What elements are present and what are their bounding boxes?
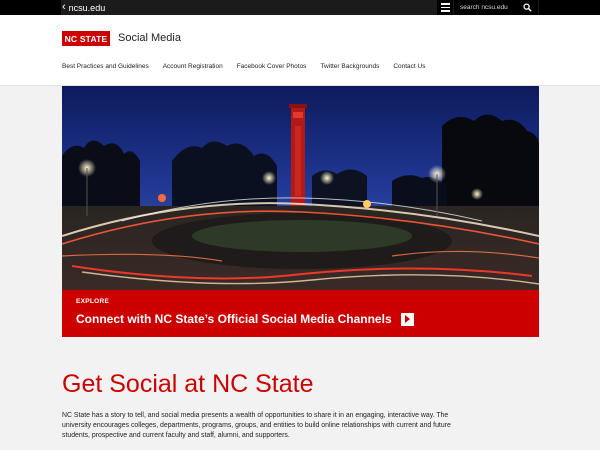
page: ‹ ncsu.edu NC STATE Social Media Best Pr… [0, 0, 600, 450]
nav-item-account-registration[interactable]: Account Registration [163, 63, 223, 70]
nav-item-contact-us[interactable]: Contact Us [393, 63, 425, 70]
hero-cta-banner[interactable]: EXPLORE Connect with NC State’s Official… [62, 290, 539, 337]
site-header: NC STATE Social Media Best Practices and… [0, 15, 600, 86]
search-box [454, 0, 538, 15]
nav-item-facebook-cover-photos[interactable]: Facebook Cover Photos [237, 63, 307, 70]
hero-link[interactable]: Connect with NC State’s Official Social … [76, 312, 414, 326]
hero: EXPLORE Connect with NC State’s Official… [62, 86, 539, 337]
page-heading: Get Social at NC State [62, 370, 314, 398]
hero-image [62, 86, 539, 290]
search-icon[interactable] [523, 3, 532, 12]
nav-item-best-practices[interactable]: Best Practices and Guidelines [62, 63, 149, 70]
search-input[interactable] [454, 4, 516, 11]
ncsu-home-link[interactable]: ‹ ncsu.edu [62, 0, 105, 15]
utility-bar: ‹ ncsu.edu [0, 0, 600, 15]
intro-paragraph: NC State has a story to tell, and social… [62, 412, 451, 439]
nav-item-twitter-backgrounds[interactable]: Twitter Backgrounds [320, 63, 379, 70]
hero-eyebrow: EXPLORE [76, 298, 110, 305]
menu-button[interactable] [437, 0, 453, 15]
hero-link-text: Connect with NC State’s Official Social … [76, 312, 392, 326]
menu-icon-bar [440, 10, 450, 12]
site-title[interactable]: Social Media [118, 32, 181, 44]
chevron-left-icon: ‹ [62, 1, 66, 13]
ncsu-home-label: ncsu.edu [68, 2, 106, 13]
main-nav: Best Practices and Guidelines Account Re… [62, 63, 439, 70]
chevron-right-icon [400, 312, 414, 326]
nc-state-logo[interactable]: NC STATE [62, 31, 110, 46]
menu-icon [440, 3, 450, 5]
menu-icon-bar [440, 6, 450, 9]
